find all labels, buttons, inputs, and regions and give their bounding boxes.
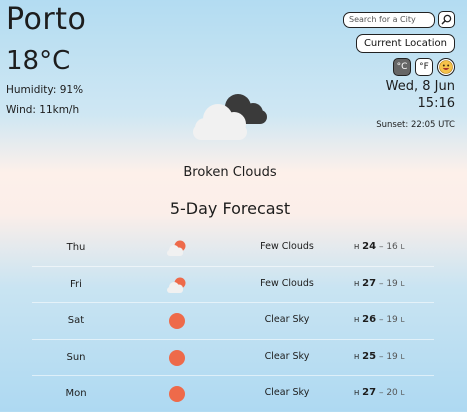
wind-text: Wind: 11km/h [6, 104, 80, 116]
forecast-row: Fri Few Clouds H 27 – 19 L [32, 267, 434, 303]
forecast-description: Clear Sky [264, 387, 310, 398]
city-name: Porto [6, 2, 87, 37]
forecast-day: Mon [65, 388, 87, 399]
search-bar [343, 11, 455, 28]
clear-sun-icon [169, 313, 185, 329]
forecast-row: Sat Clear Sky H 26 – 19 L [32, 303, 434, 340]
search-icon [441, 14, 452, 25]
forecast-list: Thu Few Clouds H 24 – 16 L Fri Few Cloud… [32, 230, 434, 412]
current-date: Wed, 8 Jun [385, 79, 455, 94]
few-clouds-icon [167, 240, 186, 256]
forecast-description: Clear Sky [264, 314, 310, 325]
theme-toggle-button[interactable] [437, 58, 455, 76]
current-location-button[interactable]: Current Location [355, 34, 455, 53]
forecast-row: Thu Few Clouds H 24 – 16 L [32, 230, 434, 267]
search-button[interactable] [438, 11, 455, 28]
forecast-high-low: H 25 – 19 L [354, 350, 405, 362]
current-temperature: 18°C [6, 46, 71, 76]
forecast-high-low: H 26 – 19 L [354, 314, 405, 325]
search-input[interactable] [343, 11, 435, 28]
forecast-row: Sun Clear Sky H 25 – 19 L [32, 340, 434, 376]
clear-sun-icon [169, 349, 185, 366]
forecast-high-low: H 27 – 19 L [354, 277, 405, 289]
few-clouds-icon [167, 277, 186, 293]
smiley-face-icon [439, 60, 453, 74]
celsius-button[interactable]: °C [393, 58, 411, 76]
sunset-time: Sunset: 22:05 UTC [376, 120, 455, 130]
clear-sun-icon [169, 386, 185, 402]
forecast-day: Thu [66, 242, 86, 253]
fahrenheit-button[interactable]: °F [415, 58, 433, 76]
forecast-high-low: H 27 – 20 L [354, 387, 405, 398]
current-time: 15:16 [417, 96, 455, 111]
forecast-day: Sat [67, 315, 85, 326]
forecast-title: 5-Day Forecast [169, 199, 291, 218]
forecast-high-low: H 24 – 16 L [354, 241, 405, 252]
forecast-description: Few Clouds [260, 241, 314, 252]
forecast-description: Few Clouds [260, 277, 314, 289]
forecast-day: Sun [66, 351, 86, 363]
humidity-text: Humidity: 91% [6, 84, 84, 96]
forecast-row: Mon Clear Sky H 27 – 20 L [32, 376, 434, 412]
forecast-description: Clear Sky [264, 350, 310, 362]
unit-toggle-group: °C °F [393, 58, 455, 76]
current-condition: Broken Clouds [183, 165, 277, 180]
broken-clouds-icon [193, 94, 267, 140]
forecast-day: Fri [70, 278, 82, 290]
